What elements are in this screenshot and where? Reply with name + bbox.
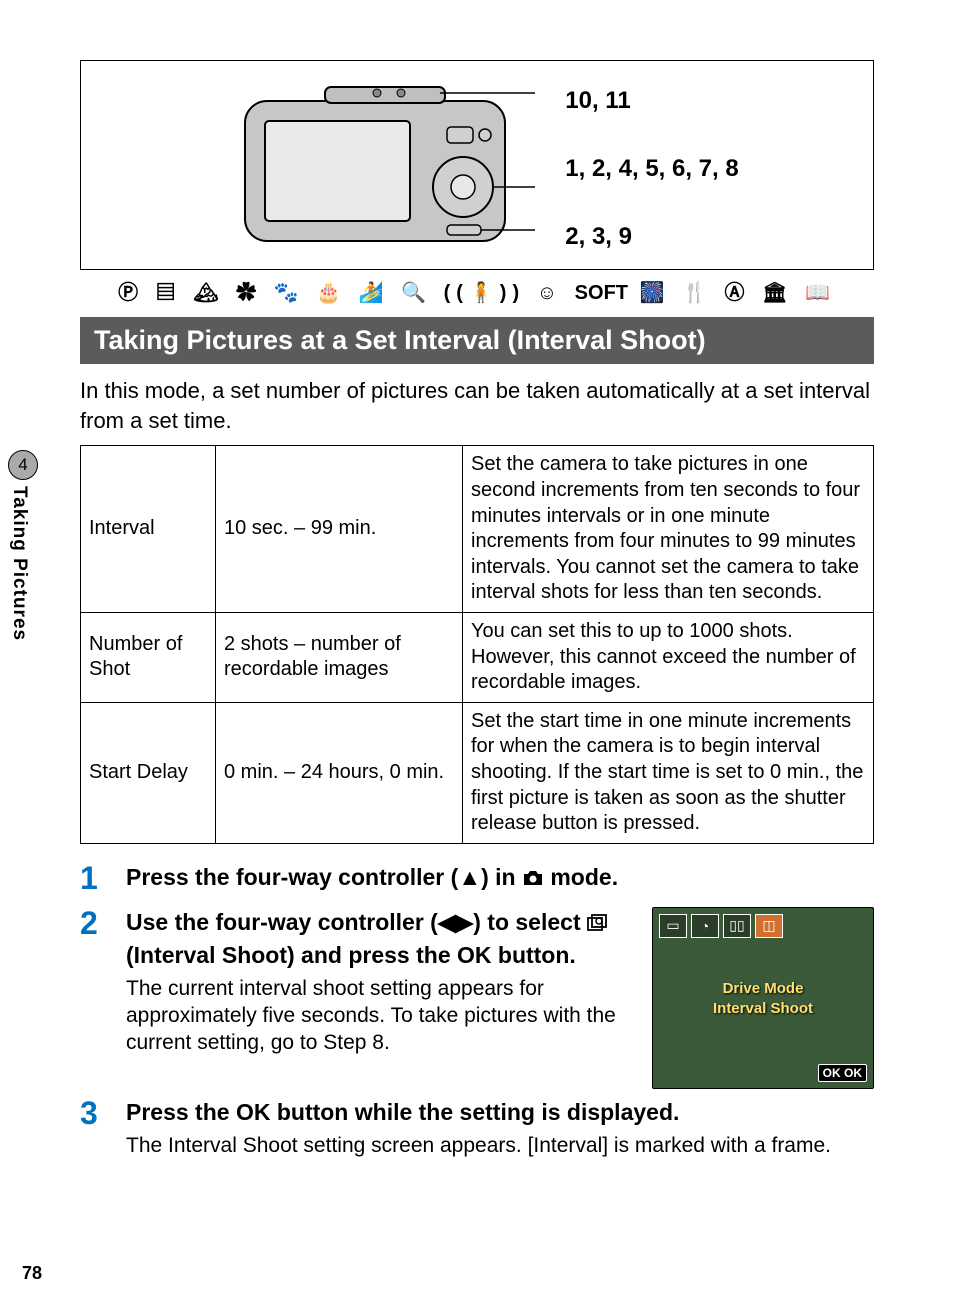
- mode-icon: ((🧍)): [444, 282, 526, 304]
- mode-icon: 🔍: [401, 282, 432, 304]
- mode-icon: Ⓟ: [118, 282, 144, 304]
- cell-desc: You can set this to up to 1000 shots. Ho…: [463, 612, 874, 702]
- mode-icon: 🏄: [359, 282, 390, 304]
- step-heading: Press the OK button while the setting is…: [126, 1097, 874, 1128]
- camera-illustration: [215, 79, 535, 259]
- side-tab: 4 Taking Pictures: [8, 450, 42, 641]
- cell-range: 0 min. – 24 hours, 0 min.: [216, 702, 463, 843]
- table-row: Number of Shot 2 shots – number of recor…: [81, 612, 874, 702]
- mode-icon: 🏛: [762, 282, 793, 304]
- mode-icon: ▤: [156, 282, 182, 304]
- cell-desc: Set the camera to take pictures in one s…: [463, 446, 874, 613]
- drive-single-icon: ▭: [659, 914, 687, 938]
- mode-icon: 🎆: [640, 282, 671, 304]
- mode-icon-row: Ⓟ ▤ 🏔 ✿ 🐾 🎂 🏄 🔍 ((🧍)) ☺ SOFT 🎆 🍴 Ⓐ 🏛 📖: [80, 276, 874, 305]
- mode-icon: 📖: [805, 282, 836, 304]
- up-arrow-icon: ▲: [458, 864, 481, 890]
- step-heading: Use the four-way controller (◀▶) to sele…: [126, 907, 638, 971]
- step-desc: The Interval Shoot setting screen appear…: [126, 1132, 874, 1159]
- preview-label-2: Interval Shoot: [653, 1000, 873, 1017]
- right-arrow-icon: ▶: [456, 909, 474, 935]
- lcd-preview: ▭ ◔ ▯▯ ◫ Drive Mode Interval Shoot OK OK: [652, 907, 874, 1089]
- step-number: 2: [80, 907, 126, 1089]
- preview-label-1: Drive Mode: [653, 980, 873, 997]
- steps: 1 Press the four-way controller (▲) in m…: [80, 862, 874, 1159]
- table-row: Interval 10 sec. – 99 min. Set the camer…: [81, 446, 874, 613]
- mode-icon: ☺: [537, 282, 563, 304]
- callout-b: 1, 2, 4, 5, 6, 7, 8: [565, 155, 738, 183]
- drive-interval-icon: ◫: [755, 914, 783, 938]
- step-3: 3 Press the OK button while the setting …: [80, 1097, 874, 1159]
- cell-name: Number of Shot: [81, 612, 216, 702]
- callout-c: 2, 3, 9: [565, 223, 738, 251]
- mode-soft: SOFT: [575, 282, 628, 304]
- mode-icon: 🐾: [274, 282, 305, 304]
- spec-table: Interval 10 sec. – 99 min. Set the camer…: [80, 445, 874, 843]
- mode-icon: 🍴: [682, 282, 713, 304]
- cell-range: 2 shots – number of recordable images: [216, 612, 463, 702]
- step-number: 3: [80, 1097, 126, 1159]
- step-heading: Press the four-way controller (▲) in mod…: [126, 862, 874, 895]
- step-1: 1 Press the four-way controller (▲) in m…: [80, 862, 874, 899]
- interval-shoot-icon: [587, 909, 609, 940]
- step-desc: The current interval shoot setting appea…: [126, 975, 638, 1057]
- table-row: Start Delay 0 min. – 24 hours, 0 min. Se…: [81, 702, 874, 843]
- left-arrow-icon: ◀: [438, 909, 456, 935]
- callout-labels: 10, 11 1, 2, 4, 5, 6, 7, 8 2, 3, 9: [565, 87, 738, 251]
- mode-icon: Ⓐ: [725, 282, 751, 304]
- section-title: Taking Pictures at a Set Interval (Inter…: [80, 317, 874, 364]
- ok-label: OK: [457, 942, 492, 968]
- drive-continuous-icon: ▯▯: [723, 914, 751, 938]
- chapter-number-badge: 4: [8, 450, 38, 480]
- step-2: 2 Use the four-way controller (◀▶) to se…: [80, 907, 874, 1089]
- camera-diagram-box: 10, 11 1, 2, 4, 5, 6, 7, 8 2, 3, 9: [80, 60, 874, 270]
- cell-desc: Set the start time in one minute increme…: [463, 702, 874, 843]
- cell-name: Start Delay: [81, 702, 216, 843]
- mode-icon: 🎂: [316, 282, 347, 304]
- cell-name: Interval: [81, 446, 216, 613]
- chapter-number: 4: [18, 455, 27, 475]
- intro-text: In this mode, a set number of pictures c…: [80, 376, 874, 435]
- camera-svg: [215, 79, 535, 259]
- camera-mode-icon: [522, 864, 544, 895]
- preview-ok-badge: OK OK: [818, 1064, 867, 1082]
- manual-page: 4 Taking Pictures 78: [0, 0, 954, 1314]
- drive-timer-icon: ◔: [691, 914, 719, 938]
- page-number: 78: [22, 1263, 42, 1284]
- cell-range: 10 sec. – 99 min.: [216, 446, 463, 613]
- mode-icon: 🏔: [193, 282, 224, 304]
- chapter-title: Taking Pictures: [8, 486, 30, 641]
- step-number: 1: [80, 862, 126, 899]
- ok-label: OK: [236, 1099, 271, 1125]
- mode-icon: ✿: [236, 282, 262, 304]
- preview-top-icons: ▭ ◔ ▯▯ ◫: [659, 914, 783, 938]
- callout-a: 10, 11: [565, 87, 738, 115]
